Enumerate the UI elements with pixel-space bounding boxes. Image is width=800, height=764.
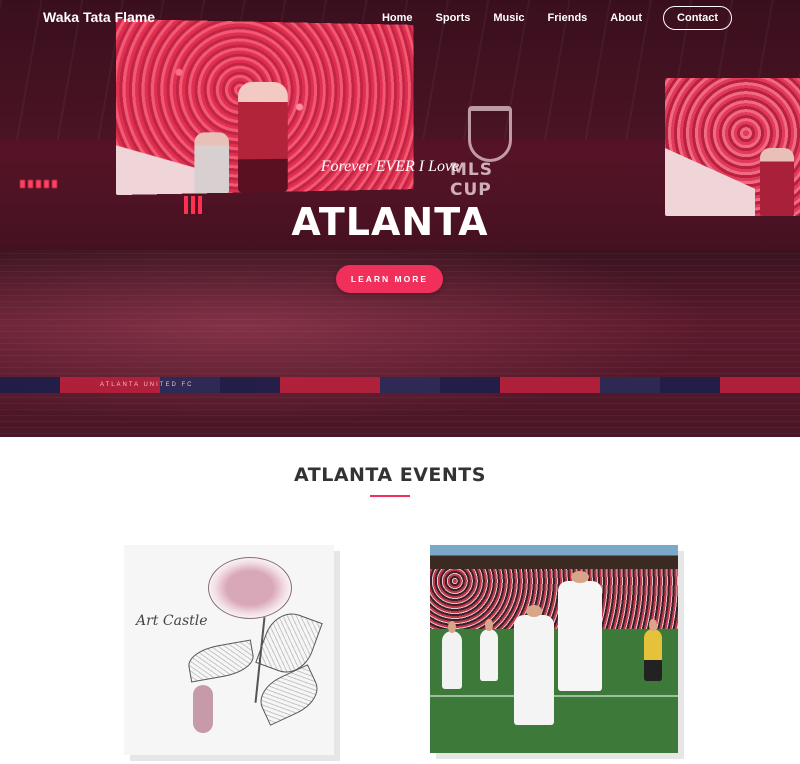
art-title: Art Castle xyxy=(136,613,208,629)
ad-band: ATLANTA UNITED FC xyxy=(0,377,800,393)
event-card-soccer[interactable] xyxy=(430,545,678,753)
pill-tag xyxy=(193,685,213,733)
leaf-bottom xyxy=(253,664,325,726)
stadium-lights xyxy=(20,180,60,188)
event-card-art[interactable]: Art Castle xyxy=(124,545,334,755)
player xyxy=(480,619,498,681)
contact-button[interactable]: Contact xyxy=(663,6,732,30)
crowd xyxy=(430,569,678,629)
nav-music[interactable]: Music xyxy=(493,12,524,24)
leaf-left xyxy=(185,639,257,683)
top-nav: Waka Tata Flame Home Sports Music Friend… xyxy=(0,0,800,38)
hero-title: ATLANTA xyxy=(291,200,489,244)
nav-links: Home Sports Music Friends About Contact xyxy=(359,6,732,30)
nav-about[interactable]: About xyxy=(610,12,642,24)
heading-underline xyxy=(370,495,410,497)
nav-home[interactable]: Home xyxy=(382,12,413,24)
brand-logo[interactable]: Waka Tata Flame xyxy=(43,9,155,25)
nav-friends[interactable]: Friends xyxy=(548,12,588,24)
pitch-line xyxy=(430,695,678,697)
hero-tagline: Forever EVER I Love xyxy=(320,158,460,175)
events-heading: ATLANTA EVENTS xyxy=(294,464,486,486)
nav-sports[interactable]: Sports xyxy=(436,12,471,24)
trophy-icon xyxy=(468,106,512,162)
rose-illustration xyxy=(208,557,292,619)
hero-banner: MLS CUP ATLANTA UNITED FC Waka Tata Flam… xyxy=(0,0,800,437)
player-celebrating xyxy=(514,605,554,725)
opponent-player xyxy=(644,619,662,681)
player xyxy=(442,621,462,689)
jumbotron-figure xyxy=(238,81,288,193)
learn-more-button[interactable]: LEARN MORE xyxy=(336,265,443,293)
player-jumping xyxy=(558,571,602,691)
jumbotron-right xyxy=(665,78,800,216)
